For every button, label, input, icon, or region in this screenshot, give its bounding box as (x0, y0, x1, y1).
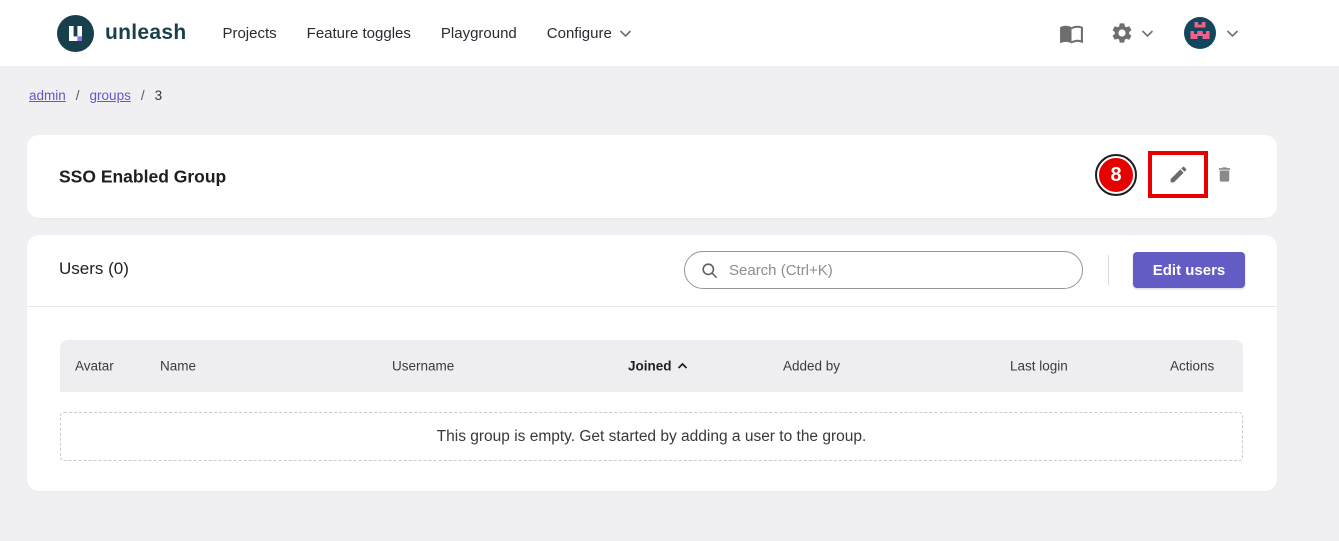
users-section-title: Users (0) (59, 259, 129, 279)
breadcrumb-separator: / (141, 88, 145, 103)
annotation-step-number: 8 (1110, 164, 1121, 187)
navbar-right (1059, 17, 1239, 49)
nav-item-projects[interactable]: Projects (222, 25, 276, 42)
annotation-step-badge: 8 (1097, 156, 1135, 194)
column-header-joined[interactable]: Joined (628, 359, 688, 374)
divider (27, 306, 1277, 307)
users-table-header: Avatar Name Username Joined Added by Las… (60, 340, 1243, 392)
nav-item-feature-toggles[interactable]: Feature toggles (307, 25, 411, 42)
gear-icon (1110, 21, 1134, 45)
breadcrumb-admin[interactable]: admin (29, 88, 66, 103)
profile-menu[interactable] (1184, 17, 1239, 49)
chevron-down-icon (619, 29, 632, 38)
search-box[interactable] (684, 251, 1083, 289)
main-nav: Projects Feature toggles Playground Conf… (222, 25, 631, 42)
nav-item-configure[interactable]: Configure (547, 25, 632, 42)
avatar (1184, 17, 1216, 49)
brand-name: unleash (105, 21, 186, 45)
settings-menu[interactable] (1110, 21, 1154, 45)
unleash-logo-icon (57, 15, 94, 52)
chevron-down-icon (1141, 29, 1154, 38)
nav-item-configure-label: Configure (547, 25, 612, 42)
column-header-last-login[interactable]: Last login (1010, 359, 1068, 374)
users-card: Users (0) Edit users Avatar Name Usernam… (27, 235, 1277, 491)
column-header-username[interactable]: Username (392, 359, 454, 374)
delete-group-button[interactable] (1215, 164, 1234, 190)
edit-users-button[interactable]: Edit users (1133, 252, 1245, 288)
column-header-avatar[interactable]: Avatar (75, 359, 114, 374)
empty-group-message: This group is empty. Get started by addi… (60, 412, 1243, 461)
pencil-icon (1168, 164, 1189, 185)
nav-item-playground[interactable]: Playground (441, 25, 517, 42)
column-header-name[interactable]: Name (160, 359, 196, 374)
breadcrumb: admin / groups / 3 (29, 88, 162, 103)
book-icon[interactable] (1059, 21, 1084, 46)
unleash-logo[interactable]: unleash (57, 15, 186, 52)
breadcrumb-separator: / (76, 88, 80, 103)
search-icon (700, 261, 719, 280)
trash-icon (1215, 164, 1234, 185)
edit-group-button[interactable] (1168, 164, 1189, 185)
annotation-highlight (1148, 151, 1208, 198)
sort-ascending-icon (677, 363, 688, 370)
column-header-joined-label: Joined (628, 359, 672, 374)
column-header-actions[interactable]: Actions (1170, 359, 1214, 374)
page-title: SSO Enabled Group (59, 166, 226, 187)
chevron-down-icon (1226, 29, 1239, 38)
breadcrumb-current: 3 (155, 88, 163, 103)
breadcrumb-groups[interactable]: groups (90, 88, 131, 103)
group-header-card: SSO Enabled Group 8 (27, 135, 1277, 218)
column-header-added-by[interactable]: Added by (783, 359, 840, 374)
page: unleash Projects Feature toggles Playgro… (0, 0, 1339, 541)
empty-group-text: This group is empty. Get started by addi… (437, 428, 867, 446)
top-navbar: unleash Projects Feature toggles Playgro… (0, 0, 1339, 66)
divider (1108, 255, 1109, 285)
search-input[interactable] (729, 262, 1082, 279)
